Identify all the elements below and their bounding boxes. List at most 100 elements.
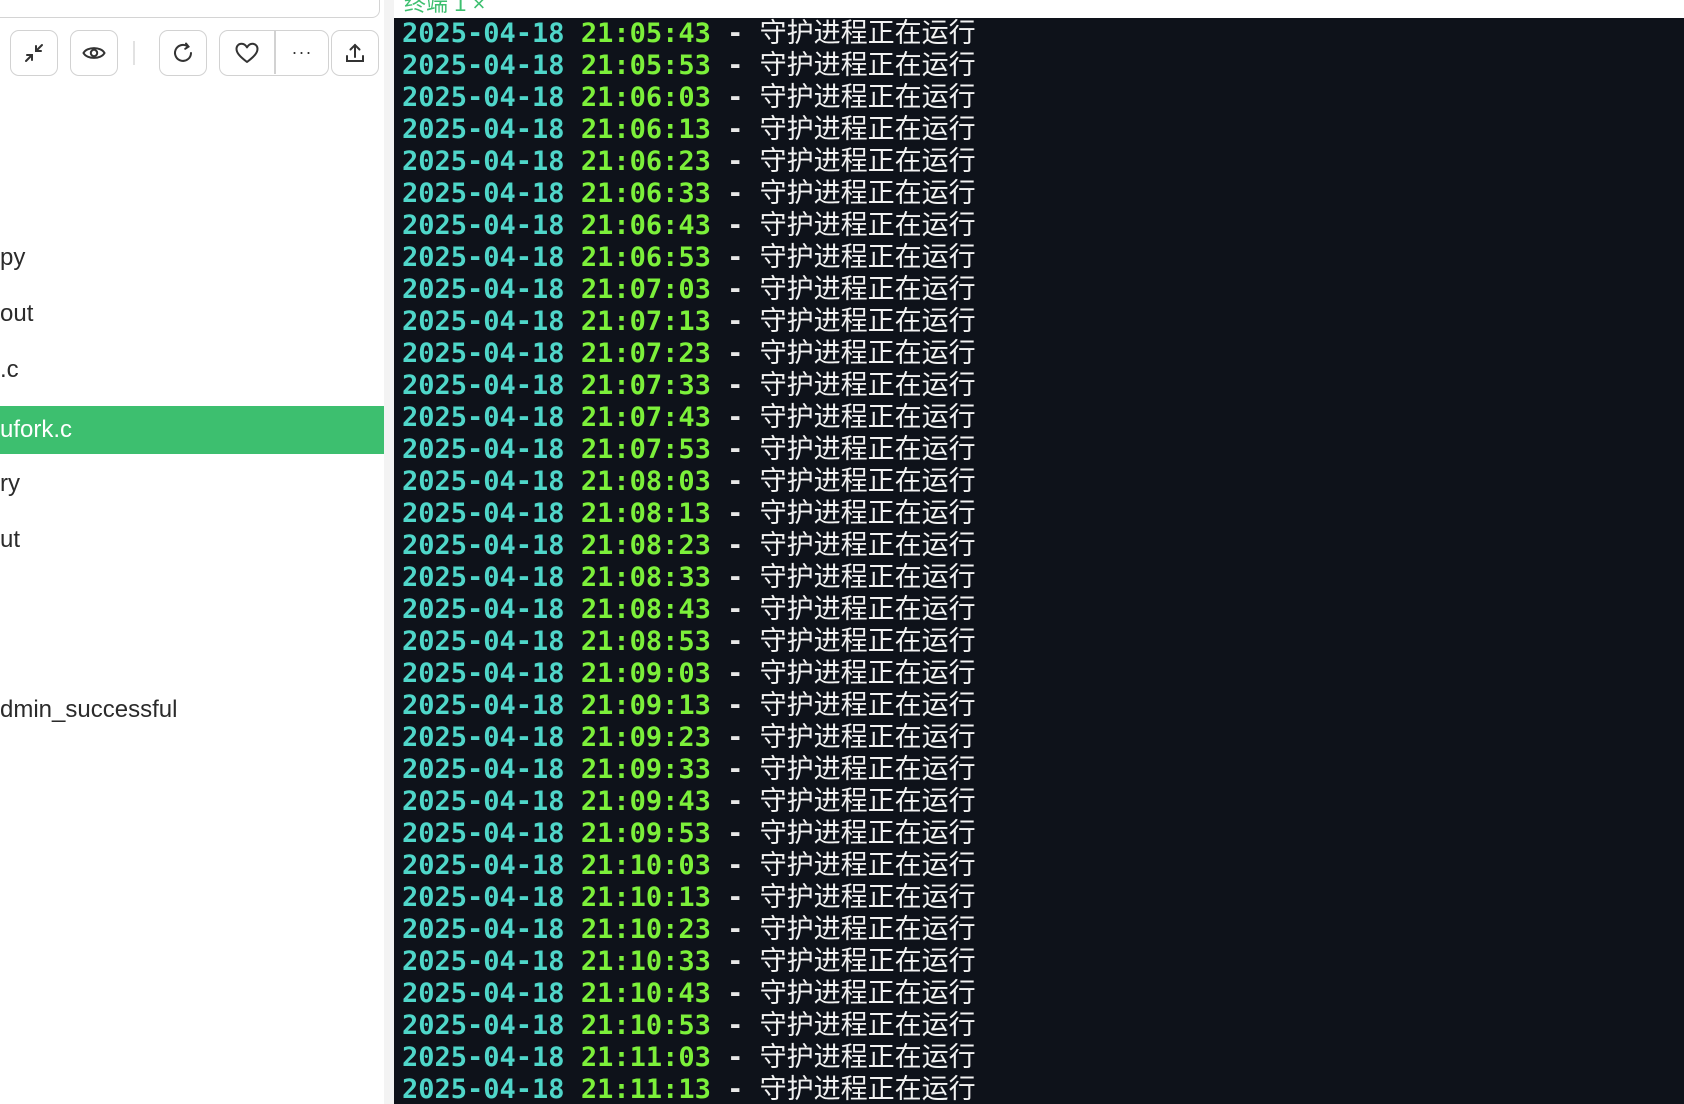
log-message: 守护进程正在运行	[759, 562, 976, 593]
heart-icon	[235, 42, 259, 64]
file-item[interactable]: ut	[0, 516, 384, 564]
log-separator: -	[727, 242, 744, 273]
log-line: 2025-04-18 21:05:43 - 守护进程正在运行	[402, 18, 976, 50]
more-icon: ···	[291, 42, 313, 62]
log-date: 2025-04-18	[402, 594, 565, 625]
log-line: 2025-04-18 21:09:23 - 守护进程正在运行	[402, 722, 976, 754]
log-message: 守护进程正在运行	[759, 18, 976, 49]
favorite-button[interactable]	[220, 31, 274, 74]
log-message: 守护进程正在运行	[759, 434, 976, 465]
log-time: 21:07:53	[580, 434, 711, 465]
log-separator: -	[727, 1074, 744, 1104]
upload-button[interactable]	[331, 30, 379, 76]
log-line: 2025-04-18 21:07:43 - 守护进程正在运行	[402, 402, 976, 434]
log-time: 21:11:13	[580, 1074, 711, 1104]
log-message: 守护进程正在运行	[759, 114, 976, 145]
log-date: 2025-04-18	[402, 210, 565, 241]
file-item-selected[interactable]: ufork.c	[0, 406, 384, 454]
file-panel: ··· py out .c ufork.c ry ut dmin_success…	[0, 0, 384, 1104]
file-item[interactable]: dmin_successful	[0, 686, 384, 734]
log-line: 2025-04-18 21:09:43 - 守护进程正在运行	[402, 786, 976, 818]
log-date: 2025-04-18	[402, 114, 565, 145]
log-date: 2025-04-18	[402, 562, 565, 593]
log-time: 21:08:43	[580, 594, 711, 625]
file-item-label: py	[0, 244, 26, 271]
log-line: 2025-04-18 21:07:03 - 守护进程正在运行	[402, 274, 976, 306]
log-date: 2025-04-18	[402, 466, 565, 497]
log-separator: -	[727, 594, 744, 625]
log-message: 守护进程正在运行	[759, 978, 976, 1009]
log-separator: -	[727, 818, 744, 849]
log-separator: -	[727, 850, 744, 881]
terminal-tab-bar: 终端 1 ×	[394, 0, 1684, 18]
log-line: 2025-04-18 21:08:13 - 守护进程正在运行	[402, 498, 976, 530]
log-line: 2025-04-18 21:07:53 - 守护进程正在运行	[402, 434, 976, 466]
log-separator: -	[727, 210, 744, 241]
log-message: 守护进程正在运行	[759, 690, 976, 721]
log-time: 21:06:43	[580, 210, 711, 241]
log-separator: -	[727, 338, 744, 369]
log-message: 守护进程正在运行	[759, 1042, 976, 1073]
file-item[interactable]: py	[0, 234, 384, 282]
log-separator: -	[727, 18, 744, 49]
log-date: 2025-04-18	[402, 274, 565, 305]
preview-button[interactable]	[70, 30, 118, 76]
more-button[interactable]: ···	[276, 31, 328, 74]
log-time: 21:09:53	[580, 818, 711, 849]
log-separator: -	[727, 914, 744, 945]
log-date: 2025-04-18	[402, 306, 565, 337]
file-item-label: .c	[0, 356, 19, 383]
log-time: 21:10:13	[580, 882, 711, 913]
log-separator: -	[727, 306, 744, 337]
refresh-button[interactable]	[159, 30, 207, 76]
log-date: 2025-04-18	[402, 338, 565, 369]
terminal-tab[interactable]: 终端 1 ×	[404, 0, 485, 18]
file-item[interactable]: ry	[0, 460, 384, 508]
log-time: 21:07:13	[580, 306, 711, 337]
log-date: 2025-04-18	[402, 626, 565, 657]
log-line: 2025-04-18 21:11:03 - 守护进程正在运行	[402, 1042, 976, 1074]
log-time: 21:09:43	[580, 786, 711, 817]
log-message: 守护进程正在运行	[759, 1010, 976, 1041]
log-message: 守护进程正在运行	[759, 306, 976, 337]
log-date: 2025-04-18	[402, 402, 565, 433]
log-time: 21:06:53	[580, 242, 711, 273]
log-date: 2025-04-18	[402, 178, 565, 209]
terminal-output: 2025-04-18 21:05:43 - 守护进程正在运行 2025-04-18…	[402, 18, 976, 1104]
log-date: 2025-04-18	[402, 658, 565, 689]
log-message: 守护进程正在运行	[759, 274, 976, 305]
log-time: 21:07:43	[580, 402, 711, 433]
log-line: 2025-04-18 21:11:13 - 守护进程正在运行	[402, 1074, 976, 1104]
log-message: 守护进程正在运行	[759, 1074, 976, 1104]
log-separator: -	[727, 178, 744, 209]
log-time: 21:07:33	[580, 370, 711, 401]
log-line: 2025-04-18 21:07:23 - 守护进程正在运行	[402, 338, 976, 370]
collapse-arrows-icon	[23, 42, 45, 64]
file-item[interactable]: out	[0, 290, 384, 338]
log-line: 2025-04-18 21:05:53 - 守护进程正在运行	[402, 50, 976, 82]
file-item[interactable]: .c	[0, 346, 384, 394]
log-date: 2025-04-18	[402, 850, 565, 881]
log-time: 21:07:03	[580, 274, 711, 305]
log-message: 守护进程正在运行	[759, 594, 976, 625]
log-line: 2025-04-18 21:09:03 - 守护进程正在运行	[402, 658, 976, 690]
log-date: 2025-04-18	[402, 146, 565, 177]
collapse-button[interactable]	[10, 30, 58, 76]
log-time: 21:09:03	[580, 658, 711, 689]
path-input[interactable]	[0, 0, 380, 18]
terminal[interactable]: 2025-04-18 21:05:43 - 守护进程正在运行 2025-04-18…	[394, 0, 1684, 1104]
log-message: 守护进程正在运行	[759, 754, 976, 785]
log-separator: -	[727, 690, 744, 721]
log-message: 守护进程正在运行	[759, 370, 976, 401]
log-line: 2025-04-18 21:10:23 - 守护进程正在运行	[402, 914, 976, 946]
log-separator: -	[727, 146, 744, 177]
log-date: 2025-04-18	[402, 882, 565, 913]
log-message: 守护进程正在运行	[759, 626, 976, 657]
log-date: 2025-04-18	[402, 530, 565, 561]
log-line: 2025-04-18 21:06:03 - 守护进程正在运行	[402, 82, 976, 114]
log-date: 2025-04-18	[402, 370, 565, 401]
log-line: 2025-04-18 21:10:43 - 守护进程正在运行	[402, 978, 976, 1010]
log-line: 2025-04-18 21:08:33 - 守护进程正在运行	[402, 562, 976, 594]
panel-splitter[interactable]	[384, 0, 394, 1104]
log-time: 21:08:23	[580, 530, 711, 561]
